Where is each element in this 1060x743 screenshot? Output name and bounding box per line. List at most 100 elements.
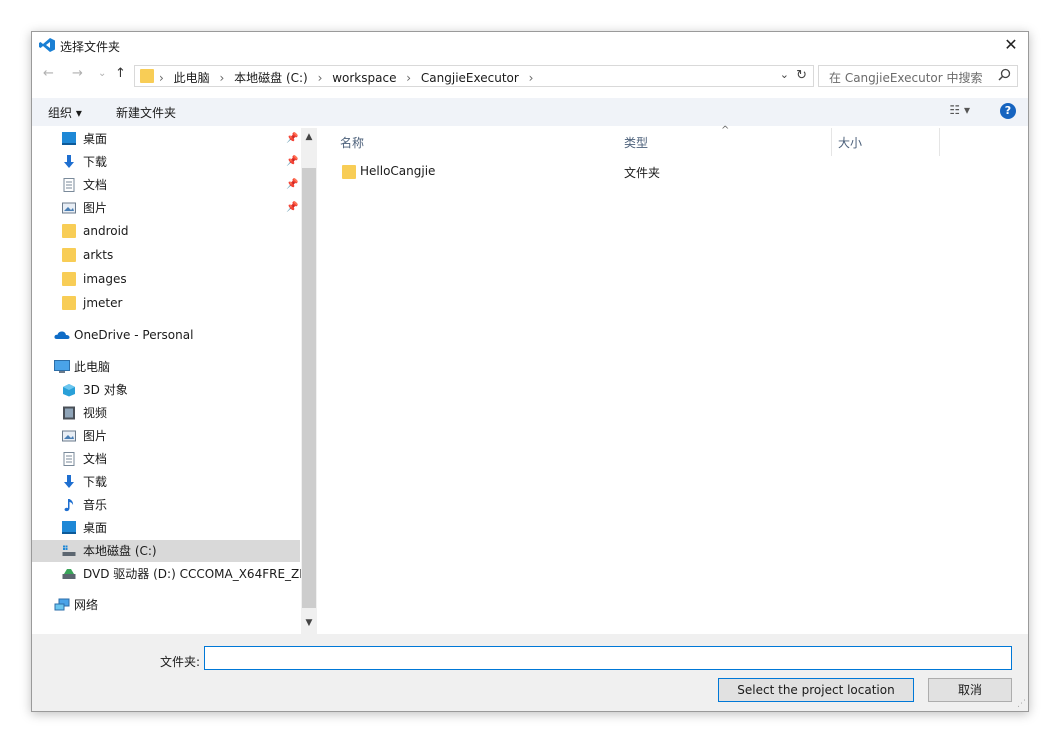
folder-picker-dialog: 选择文件夹 ✕ ← → ⌄ ↑ › 此电脑 › 本地磁盘 (C:) › work…: [31, 31, 1029, 712]
pin-icon[interactable]: 📌: [286, 128, 298, 150]
sidebar-item-label: arkts: [83, 248, 114, 262]
scroll-up-icon[interactable]: ▲: [301, 132, 317, 142]
navigation-pane: 桌面 📌 下载 📌 文档 📌 图片 📌 android arkts images…: [32, 128, 317, 634]
sidebar-item-label: 桌面: [83, 521, 108, 535]
column-divider[interactable]: [831, 128, 832, 156]
up-arrow-icon[interactable]: ↑: [115, 66, 126, 81]
breadcrumb-cangjieexecutor[interactable]: CangjieExecutor: [421, 71, 519, 85]
video-icon: [63, 406, 75, 420]
sidebar-item-label: DVD 驱动器 (D:) CCCOMA_X64FRE_ZH: [83, 567, 309, 581]
sidebar-item-music[interactable]: 音乐: [32, 494, 300, 516]
chevron-down-icon[interactable]: ⌄: [780, 68, 789, 81]
this-pc-icon: [54, 360, 70, 373]
select-project-location-button[interactable]: Select the project location: [718, 678, 914, 702]
back-arrow-icon[interactable]: ←: [43, 66, 54, 81]
sidebar-item-label: 音乐: [83, 498, 108, 512]
chevron-right-icon[interactable]: ›: [159, 71, 164, 85]
sidebar-item-videos[interactable]: 视频: [32, 402, 300, 424]
picture-icon: [62, 430, 76, 442]
file-list-pane: 名称 类型 ^ 大小 HelloCangjie 文件夹: [318, 125, 1028, 634]
sidebar-item-label: 桌面: [83, 132, 108, 146]
sidebar-item-jmeter[interactable]: jmeter: [32, 292, 300, 314]
sidebar-item-documents-pinned[interactable]: 文档 📌: [32, 174, 300, 196]
pin-icon[interactable]: 📌: [286, 174, 298, 196]
pin-icon[interactable]: 📌: [286, 151, 298, 173]
table-row[interactable]: HelloCangjie 文件夹: [338, 162, 938, 182]
sidebar-item-label: 3D 对象: [83, 383, 128, 397]
chevron-right-icon[interactable]: ›: [529, 71, 534, 85]
file-type: 文件夹: [624, 166, 661, 180]
breadcrumb-this-pc[interactable]: 此电脑: [174, 71, 210, 85]
sidebar-item-documents[interactable]: 文档: [32, 448, 300, 470]
chevron-right-icon[interactable]: ›: [318, 71, 323, 85]
organize-button[interactable]: 组织 ▾: [48, 104, 82, 121]
sidebar-item-dvd-drive-d[interactable]: DVD 驱动器 (D:) CCCOMA_X64FRE_ZH: [32, 563, 308, 585]
vscode-icon: [39, 38, 55, 52]
forward-arrow-icon[interactable]: →: [72, 66, 83, 81]
view-options-button[interactable]: ☷ ▾: [949, 103, 970, 117]
breadcrumb-workspace[interactable]: workspace: [332, 71, 396, 85]
navigation-bar: ← → ⌄ ↑ › 此电脑 › 本地磁盘 (C:) › workspace › …: [32, 62, 1028, 90]
command-toolbar: 组织 ▾ 新建文件夹 ☷ ▾ ?: [32, 98, 1028, 126]
recent-locations-icon[interactable]: ⌄: [98, 68, 106, 79]
column-divider[interactable]: [939, 128, 940, 156]
sidebar-item-onedrive[interactable]: OneDrive - Personal: [32, 324, 300, 346]
search-icon[interactable]: [998, 68, 1011, 81]
document-icon: [63, 178, 75, 192]
sidebar-item-this-pc[interactable]: 此电脑: [32, 356, 300, 378]
sidebar-item-desktop-pinned[interactable]: 桌面 📌: [32, 128, 300, 150]
sidebar-item-label: android: [83, 224, 129, 238]
scrollbar-thumb[interactable]: [302, 168, 316, 608]
sidebar-item-arkts[interactable]: arkts: [32, 244, 300, 266]
sidebar-item-images[interactable]: images: [32, 268, 300, 290]
dvd-drive-icon: [62, 569, 76, 579]
folder-icon: [62, 296, 76, 310]
column-header-size[interactable]: 大小: [838, 134, 862, 151]
sidebar-item-local-disk-c[interactable]: 本地磁盘 (C:): [32, 540, 300, 562]
cancel-button[interactable]: 取消: [928, 678, 1012, 702]
folder-icon: [342, 165, 356, 179]
pin-icon[interactable]: 📌: [286, 197, 298, 219]
window-title: 选择文件夹: [60, 40, 121, 54]
new-folder-button[interactable]: 新建文件夹: [116, 104, 176, 121]
close-button[interactable]: ✕: [994, 32, 1028, 58]
local-disk-icon: [62, 545, 76, 556]
folder-icon: [62, 224, 76, 238]
help-icon[interactable]: ?: [1000, 103, 1016, 119]
sidebar-item-label: OneDrive - Personal: [74, 328, 194, 342]
search-input[interactable]: 在 CangjieExecutor 中搜索: [829, 69, 983, 86]
sidebar-scrollbar[interactable]: ▲ ▼: [301, 128, 317, 634]
scroll-down-icon[interactable]: ▼: [301, 618, 317, 628]
sort-ascending-icon: ^: [721, 125, 730, 136]
sidebar-item-3d-objects[interactable]: 3D 对象: [32, 379, 300, 401]
sidebar-item-desktop[interactable]: 桌面: [32, 517, 300, 539]
folder-icon: [140, 69, 154, 83]
sidebar-item-downloads[interactable]: 下载: [32, 471, 300, 493]
folder-icon: [62, 248, 76, 262]
sidebar-item-pictures[interactable]: 图片: [32, 425, 300, 447]
document-icon: [63, 452, 75, 466]
search-box[interactable]: 在 CangjieExecutor 中搜索: [818, 65, 1018, 87]
sidebar-item-android[interactable]: android: [32, 220, 300, 242]
desktop-icon: [62, 132, 76, 145]
breadcrumb-local-disk[interactable]: 本地磁盘 (C:): [234, 71, 308, 85]
sidebar-item-label: 文档: [83, 452, 108, 466]
sidebar-item-downloads-pinned[interactable]: 下载 📌: [32, 151, 300, 173]
folder-name-input[interactable]: [204, 646, 1012, 670]
desktop-icon: [62, 521, 76, 534]
column-header-name[interactable]: 名称: [340, 134, 364, 151]
address-bar[interactable]: › 此电脑 › 本地磁盘 (C:) › workspace › CangjieE…: [134, 65, 814, 87]
chevron-right-icon[interactable]: ›: [406, 71, 411, 85]
sidebar-item-label: jmeter: [83, 296, 123, 310]
refresh-icon[interactable]: ↻: [796, 68, 807, 83]
column-header-type[interactable]: 类型: [624, 134, 648, 151]
sidebar-item-label: 图片: [83, 429, 108, 443]
sidebar-item-pictures-pinned[interactable]: 图片 📌: [32, 197, 300, 219]
resize-grip-icon[interactable]: ⋰: [1017, 699, 1026, 709]
sidebar-item-label: 下载: [83, 475, 108, 489]
sidebar-item-network[interactable]: 网络: [32, 594, 300, 616]
chevron-right-icon[interactable]: ›: [219, 71, 224, 85]
file-name: HelloCangjie: [360, 164, 436, 178]
download-icon: [64, 475, 74, 488]
3d-objects-icon: [63, 384, 75, 397]
